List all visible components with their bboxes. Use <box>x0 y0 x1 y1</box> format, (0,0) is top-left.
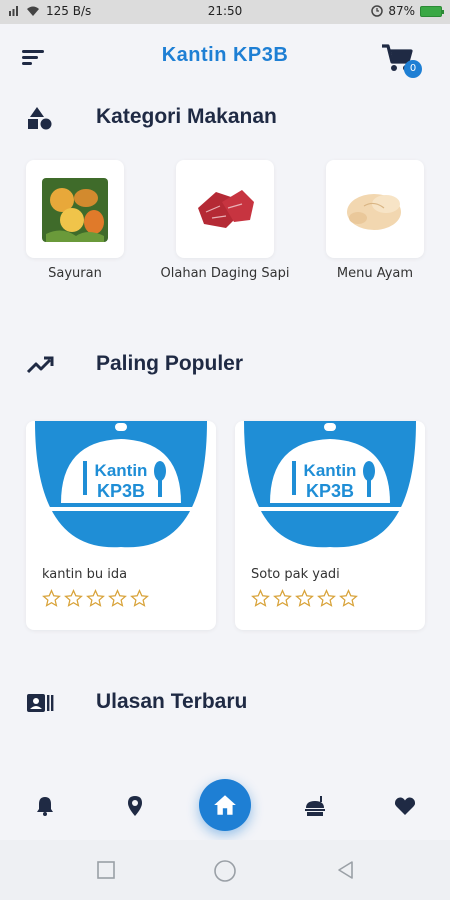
popular-section-header: Paling Populer <box>0 345 450 385</box>
status-bar: 125 B/s 21:50 87% <box>0 0 450 24</box>
chicken-image <box>342 178 408 242</box>
location-pin-icon[interactable] <box>123 794 147 818</box>
back-icon[interactable] <box>336 860 356 880</box>
star-outline-icon <box>130 589 149 607</box>
popular-card[interactable]: Kantin KP3B kantin bu ida <box>26 421 216 630</box>
star-outline-icon <box>273 589 292 607</box>
home-circle-icon[interactable] <box>213 859 237 883</box>
popular-section-title: Paling Populer <box>96 352 244 375</box>
logo-text-kantin: Kantin <box>304 461 357 480</box>
star-rating <box>251 589 358 608</box>
category-item-ayam[interactable]: Menu Ayam <box>310 160 440 281</box>
reviews-card-icon <box>27 694 54 712</box>
category-item-sayuran[interactable]: Sayuran <box>10 160 140 281</box>
restaurant-name: kantin bu ida <box>42 567 128 582</box>
popular-card[interactable]: Kantin KP3B Soto pak yadi <box>235 421 425 630</box>
logo-text-kp3b: KP3B <box>306 481 354 501</box>
restaurant-name: Soto pak yadi <box>251 567 340 582</box>
logo-text-kp3b: KP3B <box>97 481 145 501</box>
home-button[interactable] <box>199 779 251 831</box>
system-navigation-bar <box>0 840 450 900</box>
category-section-header: Kategori Makanan <box>0 98 450 138</box>
star-outline-icon <box>108 589 127 607</box>
star-outline-icon <box>317 589 336 607</box>
category-card[interactable] <box>176 160 274 258</box>
alarm-icon <box>371 5 384 17</box>
logo-text-kantin: Kantin <box>95 461 148 480</box>
app-header: Kantin KP3B 0 <box>0 24 450 90</box>
category-card[interactable] <box>326 160 424 258</box>
bell-icon[interactable] <box>33 794 57 818</box>
clock: 21:50 <box>207 4 243 18</box>
star-outline-icon <box>64 589 83 607</box>
category-label: Olahan Daging Sapi <box>160 266 290 281</box>
home-icon <box>214 795 236 815</box>
category-item-daging-sapi[interactable]: Olahan Daging Sapi <box>160 160 290 281</box>
kantin-logo-image: Kantin KP3B <box>235 421 425 553</box>
category-card[interactable] <box>26 160 124 258</box>
category-section-title: Kategori Makanan <box>96 105 277 128</box>
reviews-section-header: Ulasan Terbaru <box>0 683 450 723</box>
vegetables-image <box>42 178 108 242</box>
cart-button[interactable]: 0 <box>380 42 422 78</box>
star-outline-icon <box>42 589 61 607</box>
cart-count-badge: 0 <box>404 60 422 78</box>
star-outline-icon <box>251 589 270 607</box>
recent-apps-icon[interactable] <box>97 861 115 879</box>
restaurant-icon[interactable] <box>303 794 327 818</box>
bottom-navigation <box>0 770 450 840</box>
category-shapes-icon <box>28 107 52 130</box>
battery-icon <box>420 5 444 17</box>
category-label: Sayuran <box>48 266 102 281</box>
trending-up-icon <box>26 356 54 374</box>
kantin-logo-image: Kantin KP3B <box>26 421 216 553</box>
battery-percent: 87% <box>388 4 415 18</box>
star-rating <box>42 589 149 608</box>
star-outline-icon <box>339 589 358 607</box>
reviews-section-title: Ulasan Terbaru <box>96 690 248 713</box>
heart-icon[interactable] <box>393 794 417 818</box>
beef-image <box>192 178 258 242</box>
category-label: Menu Ayam <box>336 266 414 281</box>
star-outline-icon <box>86 589 105 607</box>
star-outline-icon <box>295 589 314 607</box>
